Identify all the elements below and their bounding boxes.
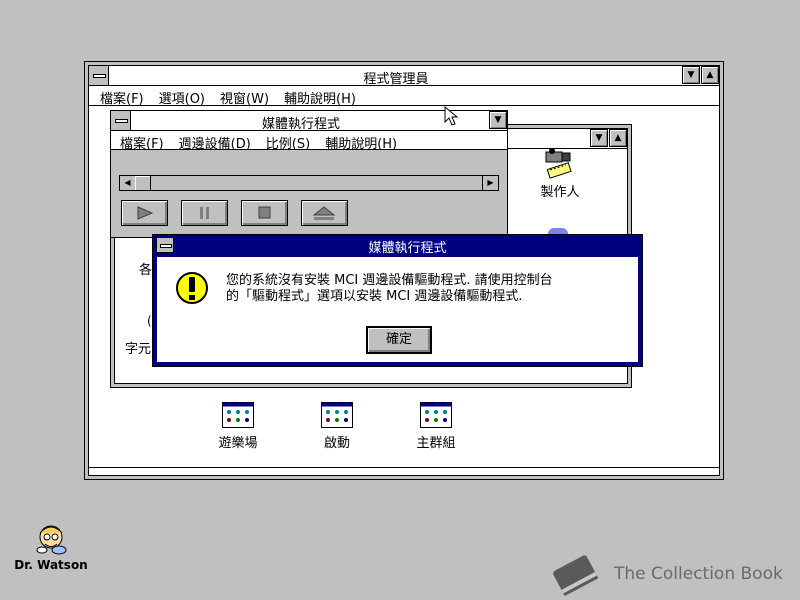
menu-file[interactable]: 檔案(F) <box>100 88 144 107</box>
group-minimize-button[interactable]: ▼ <box>590 129 608 147</box>
pause-button[interactable] <box>181 200 228 226</box>
book-logo-icon <box>547 550 601 597</box>
warning-icon <box>175 271 209 305</box>
media-player-title: 媒體執行程式 <box>261 117 340 132</box>
mouse-cursor-icon <box>444 105 460 132</box>
scroll-right-arrow[interactable]: ▶ <box>482 176 498 190</box>
media-position-scrollbar[interactable]: ◀ ▶ <box>119 175 499 191</box>
dialog-message-line-2: 的「驅動程式」選項以安裝 MCI 週邊設備驅動程式. <box>226 289 523 304</box>
media-player-menubar: 檔案(F) 週邊設備(D) 比例(S) 輔助說明(H) <box>111 131 507 152</box>
dialog-titlebar[interactable]: 媒體執行程式 <box>153 235 642 256</box>
dialog-title: 媒體執行程式 <box>368 241 447 256</box>
program-manager-bottom-edge <box>89 467 719 475</box>
dr-watson-icon[interactable] <box>33 521 69 557</box>
credits-icon[interactable] <box>542 148 578 182</box>
ok-button-label: 確定 <box>385 332 412 347</box>
main-group-label: 主群組 <box>416 436 456 451</box>
program-manager-system-menu-button[interactable] <box>89 66 109 85</box>
program-manager-title: 程式管理員 <box>363 72 429 87</box>
media-player-body: ◀ ▶ <box>111 150 507 237</box>
scroll-thumb[interactable] <box>135 176 151 190</box>
main-group-icon[interactable] <box>420 402 452 428</box>
media-player-minimize-button[interactable]: ▼ <box>489 111 507 129</box>
startup-group-label: 啟動 <box>323 436 350 451</box>
credits-label: 製作人 <box>540 185 580 200</box>
play-button[interactable] <box>121 200 168 226</box>
mci-error-dialog: 媒體執行程式 您的系統沒有安裝 MCI 週邊設備驅動程式. 請使用控制台 的「驅… <box>152 234 643 367</box>
games-group-label: 遊樂場 <box>218 436 258 451</box>
menu-options[interactable]: 選項(O) <box>159 88 205 107</box>
ok-button[interactable]: 確定 <box>366 326 432 354</box>
group-maximize-button[interactable]: ▲ <box>609 129 627 147</box>
startup-group-icon[interactable] <box>321 402 353 428</box>
partial-icon-label-1: 各 <box>139 263 153 278</box>
program-manager-menubar: 檔案(F) 選項(O) 視窗(W) 輔助說明(H) <box>89 86 719 107</box>
dialog-message: 您的系統沒有安裝 MCI 週邊設備驅動程式. 請使用控制台 的「驅動程式」選項以… <box>226 273 553 305</box>
dr-watson-label: Dr. Watson <box>14 558 88 572</box>
menu-window[interactable]: 視窗(W) <box>220 88 269 107</box>
media-player-system-menu-button[interactable] <box>111 111 131 130</box>
desktop: { "program_manager": { "title": "程式管理員",… <box>0 0 800 600</box>
menu-help[interactable]: 輔助說明(H) <box>284 88 356 107</box>
partial-icon-glyph: ( <box>147 314 152 328</box>
games-group-icon[interactable] <box>222 402 254 428</box>
dialog-message-line-1: 您的系統沒有安裝 MCI 週邊設備驅動程式. 請使用控制台 <box>226 273 553 288</box>
scroll-left-arrow[interactable]: ◀ <box>120 176 136 190</box>
watermark-text: The Collection Book <box>614 564 783 584</box>
stop-button[interactable] <box>241 200 288 226</box>
dialog-system-menu-button[interactable] <box>156 237 174 253</box>
dialog-body: 您的系統沒有安裝 MCI 週邊設備驅動程式. 請使用控制台 的「驅動程式」選項以… <box>157 257 638 362</box>
eject-button[interactable] <box>301 200 348 226</box>
partial-icon-label-2: 字元 <box>125 342 152 357</box>
program-manager-titlebar[interactable]: 程式管理員 ▼ ▲ <box>89 66 719 87</box>
program-manager-maximize-button[interactable]: ▲ <box>701 66 719 84</box>
program-manager-minimize-button[interactable]: ▼ <box>682 66 700 84</box>
